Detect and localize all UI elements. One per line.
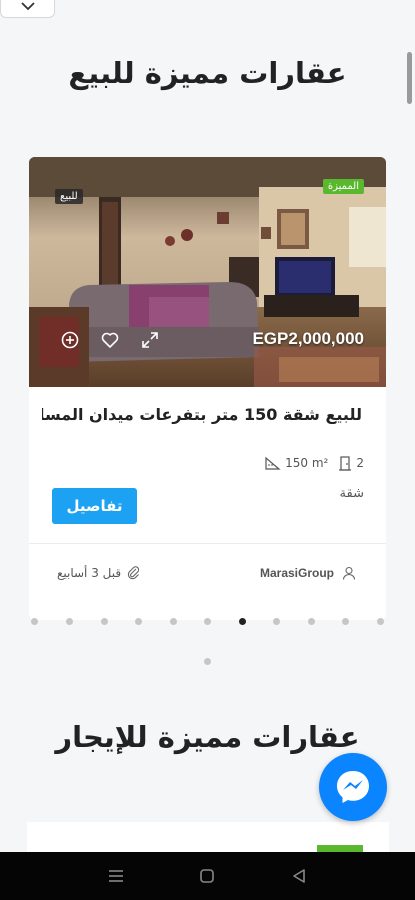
rent-property-card[interactable] (27, 822, 389, 852)
user-icon (342, 566, 356, 580)
ruler-icon (265, 456, 281, 470)
carousel-dot[interactable] (204, 618, 211, 625)
status-badge: للبيع (55, 189, 83, 204)
carousel-dot[interactable] (66, 618, 73, 625)
messenger-chat-button[interactable] (319, 753, 387, 821)
paperclip-icon (127, 566, 140, 580)
photo-actions (59, 329, 161, 351)
agent-info[interactable]: MarasiGroup (260, 566, 356, 580)
posted-time: قبل 3 أسابيع (57, 566, 141, 580)
listing-price: EGP2,000,000 (252, 329, 364, 348)
system-nav-bar (0, 852, 415, 900)
listing-meta: 150 m² 2 (265, 455, 364, 471)
carousel-pagination (0, 617, 415, 667)
carousel-dot[interactable] (342, 618, 349, 625)
heart-icon[interactable] (99, 329, 121, 351)
property-type: شقة (339, 486, 364, 501)
featured-sale-heading: عقارات مميزة للبيع (68, 56, 347, 90)
posted-time-label: قبل 3 أسابيع (57, 566, 122, 580)
area-value: 150 m² (285, 456, 329, 470)
featured-badge (317, 845, 363, 852)
property-photo[interactable]: المميزة للبيع EGP2,000,000 (29, 157, 386, 387)
back-icon[interactable] (279, 856, 319, 896)
agent-name[interactable]: MarasiGroup (260, 566, 334, 580)
carousel-dot[interactable] (204, 658, 211, 665)
expand-icon[interactable] (139, 329, 161, 351)
carousel-dot[interactable] (273, 618, 280, 625)
carousel-dot[interactable] (308, 618, 315, 625)
featured-rent-heading: عقارات مميزة للإيجار (55, 720, 360, 754)
menu-dropdown-toggle[interactable] (0, 0, 55, 18)
property-card[interactable]: المميزة للبيع EGP2,000,000 للبيع شقة 150… (29, 157, 386, 620)
card-footer: قبل 3 أسابيع MarasiGroup (29, 544, 386, 620)
area-info: 150 m² (265, 456, 328, 470)
recent-apps-icon[interactable] (96, 856, 136, 896)
details-button[interactable]: تفاصيل (52, 488, 137, 524)
zoom-in-icon[interactable] (59, 329, 81, 351)
chevron-down-icon (20, 2, 35, 11)
featured-badge: المميزة (322, 179, 364, 194)
carousel-dot[interactable] (377, 618, 384, 625)
carousel-dot-active[interactable] (239, 618, 246, 625)
carousel-dot[interactable] (31, 618, 38, 625)
carousel-dot[interactable] (170, 618, 177, 625)
rooms-info: 2 (338, 455, 364, 471)
messenger-icon (337, 771, 369, 803)
rooms-value: 2 (356, 456, 364, 470)
door-icon (339, 456, 352, 471)
carousel-dot[interactable] (101, 618, 108, 625)
listing-title[interactable]: للبيع شقة 150 متر بتفرعات ميدان المساحة (42, 405, 362, 424)
home-icon[interactable] (187, 856, 227, 896)
carousel-dot[interactable] (135, 618, 142, 625)
